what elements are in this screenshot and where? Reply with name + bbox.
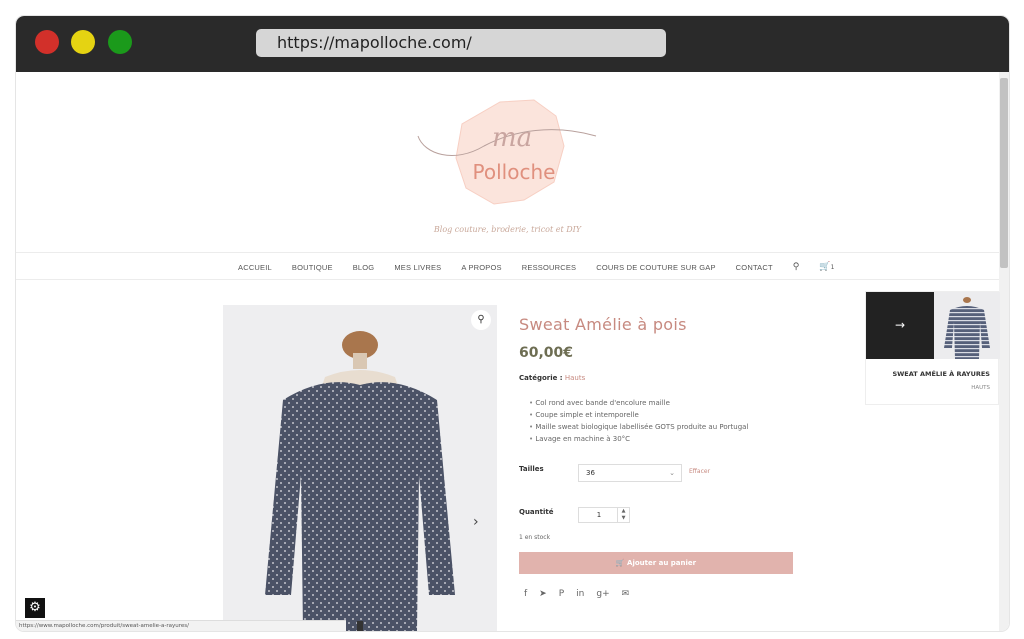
sizes-label: Tailles [519, 465, 544, 473]
scrollbar[interactable] [999, 72, 1009, 631]
product-title: Sweat Amélie à pois [519, 315, 687, 334]
category-link[interactable]: Hauts [565, 374, 585, 382]
scrollbar-thumb[interactable] [1000, 78, 1008, 268]
nav-item-contact[interactable]: CONTACT [736, 263, 773, 272]
linkedin-icon[interactable]: in [576, 589, 584, 599]
add-to-cart-label: Ajouter au panier [627, 559, 697, 567]
gear-icon[interactable]: ⚙ [25, 598, 45, 618]
quantity-stepper[interactable]: 1 ▲ ▼ [578, 507, 630, 523]
site-tagline: Blog couture, broderie, tricot et DIY [433, 225, 582, 234]
arrow-right-icon[interactable]: → [866, 292, 934, 359]
nav-item-ressources[interactable]: RESSOURCES [522, 263, 577, 272]
next-image-arrow[interactable]: › [473, 514, 479, 530]
web-page: ma Polloche Blog couture, broderie, tric… [16, 72, 1009, 631]
quantity-label: Quantité [519, 508, 554, 516]
cart-icon: 🛒 [615, 559, 625, 567]
facebook-icon[interactable]: f [524, 589, 527, 599]
list-item: Col rond avec bande d'encolure maille [529, 397, 748, 409]
zoom-icon[interactable]: ⚲ [471, 310, 491, 330]
related-product-title[interactable]: SWEAT AMÉLIE À RAYURES [866, 370, 990, 378]
pinterest-icon[interactable]: P [559, 589, 564, 599]
list-item: Maille sweat biologique labellisée GOTS … [529, 421, 748, 433]
cart-icon[interactable]: 🛒1 [819, 262, 834, 272]
site-logo[interactable]: ma Polloche [414, 94, 614, 224]
minimize-window-button[interactable] [71, 30, 95, 54]
logo-main-text: Polloche [473, 160, 556, 184]
product-category: Catégorie : Hauts [519, 374, 585, 382]
email-icon[interactable]: ✉ [622, 589, 630, 599]
nav-item-blog[interactable]: BLOG [353, 263, 375, 272]
nav-item-mes-livres[interactable]: MES LIVRES [394, 263, 441, 272]
close-window-button[interactable] [35, 30, 59, 54]
browser-titlebar: https://mapolloche.com/ [16, 16, 1009, 72]
list-item: Lavage en machine à 30°C [529, 433, 748, 445]
nav-item-boutique[interactable]: BOUTIQUE [292, 263, 333, 272]
stock-status: 1 en stock [519, 534, 551, 541]
add-to-cart-button[interactable]: 🛒 Ajouter au panier [519, 552, 793, 574]
category-label: Catégorie : [519, 374, 563, 382]
status-bar-url: https://www.mapolloche.com/produit/sweat… [16, 620, 346, 631]
product-image[interactable] [223, 305, 497, 631]
twitter-icon[interactable]: ➤ [539, 589, 547, 599]
product-features: Col rond avec bande d'encolure maille Co… [529, 397, 748, 445]
product-price: 60,00€ [519, 345, 574, 361]
browser-window: https://mapolloche.com/ ma Polloche Blog… [16, 16, 1009, 631]
clear-selection-link[interactable]: Effacer [689, 468, 710, 475]
nav-item-cours[interactable]: COURS DE COUTURE SUR GAP [596, 263, 715, 272]
list-item: Coupe simple et intemporelle [529, 409, 748, 421]
quantity-input[interactable]: 1 [579, 508, 619, 522]
related-product-thumbnail[interactable] [934, 292, 1000, 359]
nav-item-a-propos[interactable]: A PROPOS [461, 263, 501, 272]
size-select[interactable]: 36 ⌄ [578, 464, 682, 482]
google-plus-icon[interactable]: g+ [596, 589, 609, 599]
share-icons: f ➤ P in g+ ✉ [524, 589, 629, 599]
main-nav: ACCUEIL BOUTIQUE BLOG MES LIVRES A PROPO… [16, 252, 999, 280]
size-selected-value: 36 [586, 469, 595, 477]
address-bar[interactable]: https://mapolloche.com/ [256, 29, 666, 57]
nav-item-accueil[interactable]: ACCUEIL [238, 263, 272, 272]
quantity-step-buttons[interactable]: ▲ ▼ [617, 508, 629, 522]
related-product-category: HAUTS [971, 385, 990, 391]
chevron-down-icon: ⌄ [669, 469, 675, 477]
related-product-card[interactable]: → SWEAT AMÉLIE À RAYURES HAUTS [865, 291, 1000, 405]
search-icon[interactable]: ⚲ [793, 262, 800, 272]
logo-script-text: ma [492, 123, 532, 153]
maximize-window-button[interactable] [108, 30, 132, 54]
cart-count: 1 [830, 264, 835, 271]
